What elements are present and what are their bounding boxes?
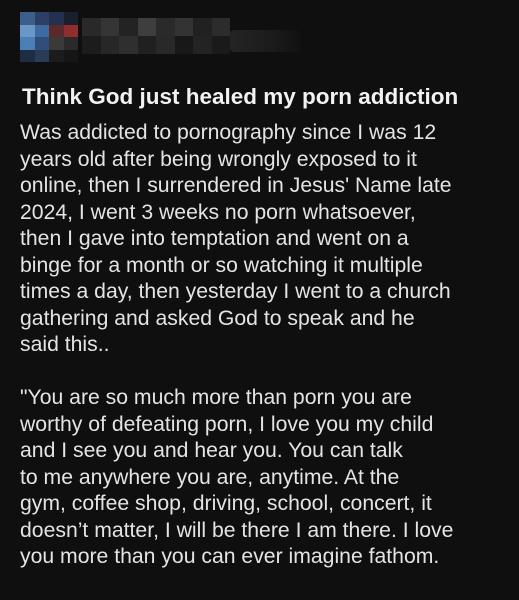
author-name-pixel bbox=[119, 36, 138, 54]
author-name-pixel bbox=[211, 18, 230, 36]
body-line: binge for a month or so watching it mult… bbox=[20, 253, 423, 277]
author-name-pixel bbox=[193, 36, 212, 54]
avatar-pixel bbox=[63, 12, 78, 25]
avatar-pixel bbox=[34, 49, 49, 62]
avatar-pixel bbox=[20, 24, 35, 37]
avatar-pixel bbox=[49, 12, 64, 25]
body-line: you more than you can ever imagine fatho… bbox=[20, 545, 440, 568]
post-body: Was addicted to pornography since I was … bbox=[20, 120, 512, 571]
post-paragraph-1: Was addicted to pornography since I was … bbox=[20, 120, 512, 359]
avatar[interactable] bbox=[20, 12, 78, 62]
post-card: Think God just healed my porn addiction … bbox=[0, 0, 519, 600]
body-line: then I gave into temptation and went on … bbox=[20, 227, 409, 250]
avatar-pixel bbox=[34, 12, 49, 25]
author-name-pixel bbox=[156, 36, 175, 54]
avatar-pixel bbox=[20, 49, 35, 62]
avatar-pixel bbox=[49, 24, 64, 37]
author-name-pixel bbox=[82, 36, 101, 54]
author-name-pixel bbox=[174, 18, 193, 36]
body-line: worthy of defeating porn, I love you my … bbox=[20, 412, 434, 436]
post-meta-redacted bbox=[230, 30, 300, 52]
post-title[interactable]: Think God just healed my porn addiction bbox=[22, 82, 502, 112]
avatar-pixel bbox=[63, 24, 78, 37]
body-line: Was addicted to pornography since I was … bbox=[20, 121, 437, 144]
avatar-pixel bbox=[49, 37, 64, 50]
author-name-redacted[interactable] bbox=[82, 18, 230, 54]
author-name-pixel bbox=[174, 36, 193, 54]
author-name-pixel bbox=[119, 18, 138, 36]
body-line: and I see you and hear you. You can talk bbox=[20, 439, 403, 462]
body-line: "You are so much more than porn you are bbox=[20, 386, 412, 409]
avatar-pixel bbox=[34, 37, 49, 50]
author-name-pixel bbox=[100, 18, 119, 36]
body-line: gym, coffee shop, driving, school, conce… bbox=[20, 492, 432, 515]
author-name-pixel bbox=[193, 18, 212, 36]
body-line: to me anywhere you are, anytime. At the bbox=[20, 465, 400, 489]
body-line: doesn’t matter, I will be there I am the… bbox=[20, 518, 454, 542]
author-name-pixel bbox=[82, 18, 101, 36]
avatar-pixel bbox=[63, 37, 78, 50]
avatar-pixel bbox=[49, 49, 64, 62]
avatar-pixel bbox=[20, 37, 35, 50]
author-name-pixel bbox=[137, 36, 156, 54]
author-name-pixel bbox=[137, 18, 156, 36]
avatar-pixel bbox=[63, 49, 78, 62]
body-line: times a day, then yesterday I went to a … bbox=[20, 280, 451, 303]
body-line: gathering and asked God to speak and he bbox=[20, 306, 415, 330]
author-name-pixel bbox=[100, 36, 119, 54]
avatar-pixel bbox=[20, 12, 35, 25]
author-name-pixel bbox=[156, 18, 175, 36]
body-line: online, then I surrendered in Jesus' Nam… bbox=[20, 174, 452, 197]
post-paragraph-2: "You are so much more than porn you are w… bbox=[20, 385, 512, 571]
body-line: 2024, I went 3 weeks no porn whatsoever, bbox=[20, 200, 416, 224]
body-line: years old after being wrongly exposed to… bbox=[20, 147, 417, 171]
author-name-pixel bbox=[211, 36, 230, 54]
avatar-pixel bbox=[34, 24, 49, 37]
body-line: said this.. bbox=[20, 333, 110, 356]
author-header[interactable] bbox=[0, 0, 519, 74]
